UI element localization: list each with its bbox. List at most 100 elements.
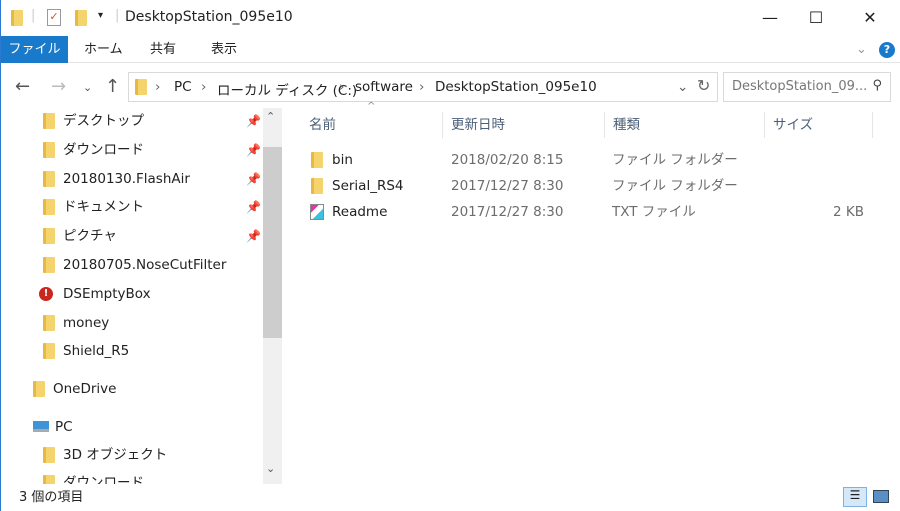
folder-icon: [11, 10, 23, 26]
folder-icon: [311, 178, 323, 194]
breadcrumb-software[interactable]: software: [355, 79, 413, 95]
nav-item[interactable]: デスクトップ 📌: [1, 108, 261, 134]
divider: |: [31, 8, 36, 23]
breadcrumb-local-disk[interactable]: ローカル ディスク (C:): [217, 79, 357, 99]
help-icon[interactable]: ?: [879, 42, 895, 58]
tab-view[interactable]: 表示: [211, 36, 237, 63]
file-date: 2017/12/27 8:30: [451, 204, 564, 220]
search-input[interactable]: DesktopStation_09... ⚲: [723, 72, 891, 102]
breadcrumb-pc[interactable]: PC: [174, 79, 192, 95]
nav-item-label: ピクチャ: [63, 228, 117, 245]
nav-item[interactable]: money: [1, 310, 261, 336]
maximize-button[interactable]: ☐: [793, 0, 839, 36]
file-date: 2018/02/20 8:15: [451, 152, 564, 168]
file-row[interactable]: bin 2018/02/20 8:15 ファイル フォルダー: [301, 147, 881, 173]
file-row[interactable]: Serial_RS4 2017/12/27 8:30 ファイル フォルダー: [301, 173, 881, 199]
download-folder-icon: [43, 141, 55, 158]
file-size: 2 KB: [833, 204, 864, 220]
address-dropdown-icon[interactable]: ⌄: [677, 79, 688, 95]
forward-button[interactable]: →: [51, 76, 66, 97]
nav-item-label: 3D オブジェクト: [63, 447, 168, 463]
file-type: TXT ファイル: [612, 204, 696, 220]
nav-item[interactable]: 20180705.NoseCutFilter: [1, 252, 261, 278]
pin-icon[interactable]: 📌: [246, 108, 261, 134]
file-row[interactable]: Readme 2017/12/27 8:30 TXT ファイル 2 KB: [301, 199, 881, 225]
pin-icon[interactable]: 📌: [246, 137, 261, 163]
search-icon: ⚲: [872, 78, 882, 93]
search-placeholder: DesktopStation_09...: [732, 79, 868, 94]
nav-item-label: Shield_R5: [63, 343, 130, 360]
address-bar[interactable]: › PC › ローカル ディスク (C:) › software › Deskt…: [128, 72, 718, 102]
nav-item-label: デスクトップ: [63, 113, 144, 129]
close-button[interactable]: ✕: [847, 0, 893, 36]
desktop-folder-icon: [43, 113, 55, 129]
nav-item[interactable]: PC: [1, 414, 261, 440]
pc-icon: [33, 421, 49, 432]
tab-file[interactable]: ファイル: [1, 36, 68, 63]
column-size[interactable]: サイズ: [765, 112, 873, 138]
ribbon-tabs: ファイル ホーム 共有 表示 ⌄ ?: [1, 36, 900, 63]
nav-item[interactable]: ダウンロード: [1, 470, 261, 484]
nav-item[interactable]: ダウンロード 📌: [1, 137, 261, 163]
documents-folder-icon: [43, 199, 55, 216]
nav-item[interactable]: ピクチャ 📌: [1, 223, 261, 249]
up-button[interactable]: ↑: [105, 76, 120, 97]
folder-icon: [43, 447, 55, 463]
minimize-button[interactable]: —: [747, 0, 793, 36]
nav-scrollbar-thumb[interactable]: [263, 147, 282, 338]
new-folder-icon[interactable]: [75, 10, 87, 26]
folder-icon: [311, 152, 323, 168]
file-name: bin: [332, 152, 353, 168]
column-date[interactable]: 更新日時: [443, 112, 605, 138]
pin-icon[interactable]: 📌: [246, 166, 261, 192]
sort-ascending-icon: ^: [367, 101, 376, 112]
file-type: ファイル フォルダー: [612, 152, 738, 168]
nav-item[interactable]: Shield_R5: [1, 338, 261, 364]
quick-access-dropdown-icon[interactable]: ▾: [98, 10, 103, 21]
nav-item-label: ドキュメント: [63, 199, 144, 216]
pin-icon[interactable]: 📌: [246, 194, 261, 220]
nav-item[interactable]: 20180130.FlashAir 📌: [1, 166, 261, 192]
folder-icon: [43, 343, 55, 360]
folder-icon: [43, 257, 55, 273]
expand-ribbon-icon[interactable]: ⌄: [856, 36, 867, 63]
pin-icon[interactable]: 📌: [246, 223, 261, 249]
tab-home[interactable]: ホーム: [84, 36, 123, 63]
details-view-button[interactable]: ☰: [843, 487, 867, 507]
properties-icon[interactable]: ✓: [47, 9, 61, 26]
divider: |: [115, 8, 120, 23]
nav-item-label: OneDrive: [53, 381, 117, 397]
large-icons-view-button[interactable]: [873, 490, 889, 503]
nav-item-label: money: [63, 314, 110, 331]
nav-item[interactable]: ! DSEmptyBox: [1, 281, 261, 307]
nav-item[interactable]: 3D オブジェクト: [1, 442, 261, 468]
column-name[interactable]: 名前: [301, 112, 443, 138]
refresh-icon[interactable]: ↻: [697, 76, 710, 95]
nav-item-label: 20180130.FlashAir: [63, 170, 190, 187]
tab-share[interactable]: 共有: [150, 36, 176, 63]
folder-icon: [135, 79, 147, 95]
scroll-down-icon[interactable]: ⌄: [266, 462, 275, 475]
error-folder-icon: !: [39, 286, 53, 301]
nav-item-label: 20180705.NoseCutFilter: [63, 257, 227, 273]
folder-icon: [43, 170, 55, 187]
nav-item[interactable]: ドキュメント 📌: [1, 194, 261, 220]
nav-item[interactable]: OneDrive: [1, 376, 261, 402]
column-type[interactable]: 種類: [605, 112, 765, 138]
file-date: 2017/12/27 8:30: [451, 178, 564, 194]
file-name: Readme: [332, 204, 388, 220]
window-title: DesktopStation_095e10: [125, 9, 293, 25]
scroll-up-icon[interactable]: ⌃: [266, 110, 275, 123]
breadcrumb-current[interactable]: DesktopStation_095e10: [435, 79, 597, 95]
folder-icon: [43, 475, 55, 484]
onedrive-folder-icon: [33, 381, 45, 397]
folder-icon: [43, 314, 55, 331]
pictures-folder-icon: [43, 228, 55, 245]
nav-item-label: DSEmptyBox: [63, 285, 151, 302]
recent-dropdown-icon[interactable]: ⌄: [83, 81, 92, 94]
status-item-count: 3 個の項目: [19, 490, 84, 505]
nav-item-label: ダウンロード: [63, 141, 144, 158]
file-type: ファイル フォルダー: [612, 178, 738, 194]
nav-item-label: PC: [55, 419, 73, 435]
back-button[interactable]: ←: [15, 76, 30, 97]
